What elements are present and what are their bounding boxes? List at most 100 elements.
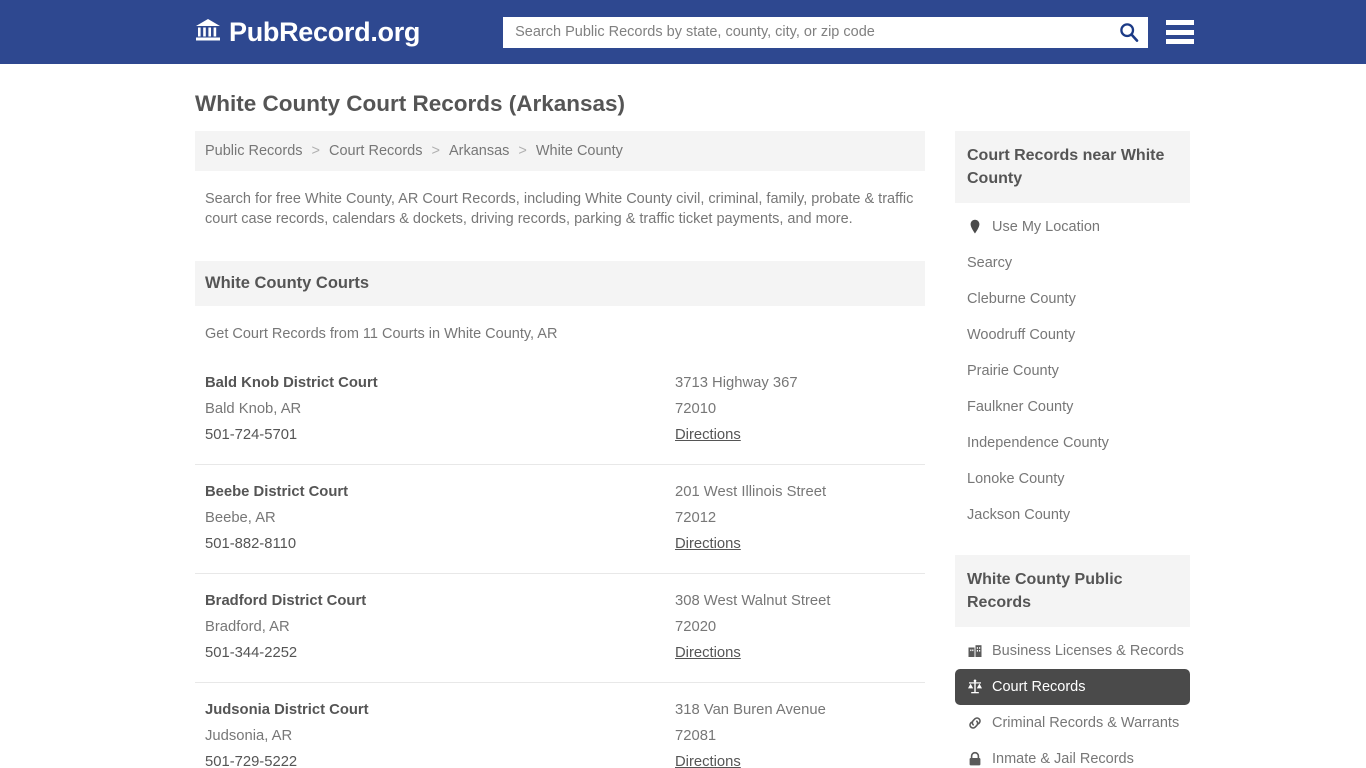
nearby-item-cleburne-county[interactable]: Cleburne County: [955, 281, 1190, 317]
breadcrumb-item-white-county: White County: [536, 143, 623, 159]
breadcrumb-item-public-records[interactable]: Public Records: [205, 143, 303, 159]
court-row: Beebe District CourtBeebe, AR501-882-811…: [195, 465, 925, 574]
court-row: Bradford District CourtBradford, AR501-3…: [195, 574, 925, 683]
court-row-right: 308 West Walnut Street72020Directions: [675, 588, 915, 666]
map-pin-icon: [967, 219, 983, 235]
nearby-item-label: Cleburne County: [967, 290, 1076, 308]
nearby-item-faulkner-county[interactable]: Faulkner County: [955, 389, 1190, 425]
nearby-item-label: Prairie County: [967, 362, 1059, 380]
hamburger-bar: [1166, 20, 1194, 25]
court-city-state: Beebe, AR: [205, 505, 675, 531]
search-button[interactable]: [1118, 21, 1140, 43]
chain-link-icon: [967, 715, 983, 731]
public-records-item-court-records[interactable]: Court Records: [955, 669, 1190, 705]
nearby-item-label: Woodruff County: [967, 326, 1075, 344]
content-columns: Public Records > Court Records > Arkansa…: [195, 131, 1170, 768]
court-phone[interactable]: 501-729-5222: [205, 749, 675, 768]
nearby-item-lonoke-county[interactable]: Lonoke County: [955, 461, 1190, 497]
nearby-records-heading: Court Records near White County: [955, 131, 1190, 203]
public-records-item-label: Business Licenses & Records: [992, 642, 1184, 660]
site-logo-link[interactable]: PubRecord.org: [195, 18, 420, 47]
lock-icon: [967, 751, 983, 767]
public-records-box: White County Public Records Business Lic…: [955, 555, 1190, 768]
court-list: Bald Knob District CourtBald Knob, AR501…: [195, 356, 925, 768]
scales-of-justice-icon: [967, 679, 983, 695]
nearby-item-label: Jackson County: [967, 506, 1070, 524]
court-directions-link[interactable]: Directions: [675, 422, 915, 448]
hamburger-menu-icon[interactable]: [1166, 20, 1194, 44]
court-directions-link[interactable]: Directions: [675, 640, 915, 666]
search-input[interactable]: [503, 17, 1148, 48]
hamburger-bar: [1166, 30, 1194, 35]
court-phone[interactable]: 501-882-8110: [205, 531, 675, 557]
court-phone[interactable]: 501-724-5701: [205, 422, 675, 448]
public-records-item-business-licenses-records[interactable]: Business Licenses & Records: [955, 633, 1190, 669]
public-records-item-criminal-records-warrants[interactable]: Criminal Records & Warrants: [955, 705, 1190, 741]
nearby-item-use-my-location[interactable]: Use My Location: [955, 209, 1190, 245]
court-row: Judsonia District CourtJudsonia, AR501-7…: [195, 683, 925, 768]
site-logo-text: PubRecord.org: [229, 19, 420, 46]
court-row-left: Bradford District CourtBradford, AR501-3…: [205, 588, 675, 666]
court-city-state: Bradford, AR: [205, 614, 675, 640]
court-zip-code: 72020: [675, 614, 915, 640]
court-directions-link[interactable]: Directions: [675, 749, 915, 768]
site-header: PubRecord.org: [0, 0, 1366, 64]
court-row-left: Bald Knob District CourtBald Knob, AR501…: [205, 370, 675, 448]
public-records-item-inmate-jail-records[interactable]: Inmate & Jail Records: [955, 741, 1190, 768]
public-records-item-label: Court Records: [992, 678, 1085, 696]
bank-icon: [195, 18, 221, 47]
court-name[interactable]: Judsonia District Court: [205, 697, 675, 723]
scales-of-justice-icon: [967, 679, 983, 695]
nearby-item-label: Lonoke County: [967, 470, 1065, 488]
hamburger-bar: [1166, 39, 1194, 44]
court-name[interactable]: Bradford District Court: [205, 588, 675, 614]
chain-link-icon: [967, 715, 983, 731]
court-street-address: 3713 Highway 367: [675, 370, 915, 396]
nearby-records-box: Court Records near White County Use My L…: [955, 131, 1190, 533]
page-intro-text: Search for free White County, AR Court R…: [195, 171, 925, 229]
breadcrumb-separator: >: [509, 143, 535, 159]
nearby-item-label: Faulkner County: [967, 398, 1073, 416]
search-bar: [503, 17, 1148, 48]
court-name[interactable]: Beebe District Court: [205, 479, 675, 505]
breadcrumb-item-arkansas[interactable]: Arkansas: [449, 143, 509, 159]
court-phone[interactable]: 501-344-2252: [205, 640, 675, 666]
nearby-item-woodruff-county[interactable]: Woodruff County: [955, 317, 1190, 353]
public-records-item-label: Inmate & Jail Records: [992, 750, 1134, 768]
courts-section-subheading: Get Court Records from 11 Courts in Whit…: [195, 306, 925, 342]
court-street-address: 318 Van Buren Avenue: [675, 697, 915, 723]
main-column: Public Records > Court Records > Arkansa…: [195, 131, 925, 768]
court-street-address: 201 West Illinois Street: [675, 479, 915, 505]
court-row: Bald Knob District CourtBald Knob, AR501…: [195, 356, 925, 465]
search-icon: [1119, 22, 1139, 42]
court-city-state: Judsonia, AR: [205, 723, 675, 749]
court-row-right: 318 Van Buren Avenue72081Directions: [675, 697, 915, 768]
nearby-item-independence-county[interactable]: Independence County: [955, 425, 1190, 461]
court-zip-code: 72081: [675, 723, 915, 749]
briefcase-icon: [967, 643, 983, 659]
map-pin-icon: [967, 219, 983, 235]
public-records-item-label: Criminal Records & Warrants: [992, 714, 1179, 732]
briefcase-icon: [967, 643, 983, 659]
public-records-heading: White County Public Records: [955, 555, 1190, 627]
court-city-state: Bald Knob, AR: [205, 396, 675, 422]
court-row-left: Beebe District CourtBeebe, AR501-882-811…: [205, 479, 675, 557]
court-row-right: 201 West Illinois Street72012Directions: [675, 479, 915, 557]
breadcrumb-separator: >: [422, 143, 448, 159]
court-street-address: 308 West Walnut Street: [675, 588, 915, 614]
court-name[interactable]: Bald Knob District Court: [205, 370, 675, 396]
breadcrumb-item-court-records[interactable]: Court Records: [329, 143, 422, 159]
lock-icon: [967, 751, 983, 767]
nearby-item-label: Use My Location: [992, 218, 1100, 236]
nearby-item-prairie-county[interactable]: Prairie County: [955, 353, 1190, 389]
nearby-records-list: Use My Location Searcy Cleburne County Wood…: [955, 203, 1190, 533]
court-directions-link[interactable]: Directions: [675, 531, 915, 557]
courts-section-heading: White County Courts: [195, 261, 925, 306]
nearby-item-searcy[interactable]: Searcy: [955, 245, 1190, 281]
breadcrumb-separator: >: [303, 143, 329, 159]
nearby-item-jackson-county[interactable]: Jackson County: [955, 497, 1190, 533]
public-records-list: Business Licenses & Records Court Records…: [955, 627, 1190, 768]
court-row-right: 3713 Highway 36772010Directions: [675, 370, 915, 448]
page-title: White County Court Records (Arkansas): [195, 64, 1170, 131]
court-zip-code: 72010: [675, 396, 915, 422]
